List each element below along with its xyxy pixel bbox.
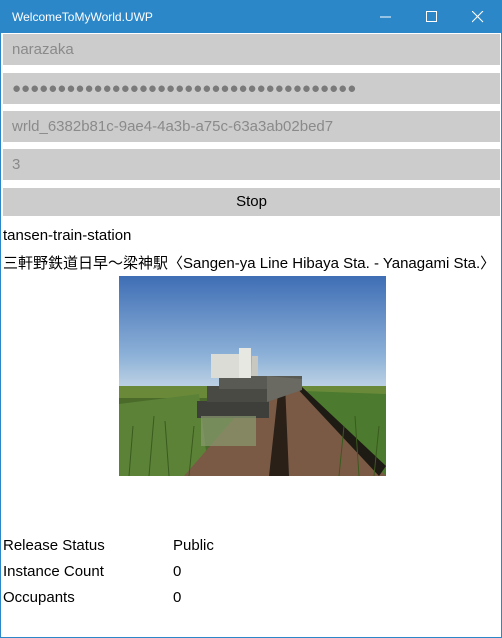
close-icon: [472, 11, 484, 23]
close-button[interactable]: [455, 1, 501, 33]
password-input[interactable]: ●●●●●●●●●●●●●●●●●●●●●●●●●●●●●●●●●●●●●●: [3, 73, 500, 104]
world-id-input[interactable]: wrld_6382b81c-9ae4-4a3b-a75c-63a3ab02bed…: [3, 111, 500, 142]
world-description: 三軒野鉄道日早～梁神駅〈Sangen-ya Line Hibaya Sta. -…: [3, 255, 496, 272]
window-title: WelcomeToMyWorld.UWP: [12, 10, 153, 24]
instance-count-value: 0: [173, 563, 182, 580]
minimize-button[interactable]: [363, 1, 409, 33]
title-bar[interactable]: WelcomeToMyWorld.UWP: [1, 1, 501, 33]
username-input[interactable]: narazaka: [3, 34, 500, 65]
stop-button[interactable]: Stop: [3, 188, 500, 216]
maximize-button[interactable]: [409, 1, 455, 33]
minimize-icon: [380, 16, 391, 18]
maximize-icon: [426, 11, 437, 22]
release-status-value: Public: [173, 537, 214, 554]
occupants-label: Occupants: [3, 589, 75, 606]
world-name: tansen-train-station: [3, 227, 132, 244]
interval-input[interactable]: 3: [3, 149, 500, 180]
occupants-value: 0: [173, 589, 182, 606]
app-window: WelcomeToMyWorld.UWP narazaka ●●●●●●●●●●…: [0, 0, 502, 638]
release-status-label: Release Status: [3, 537, 105, 554]
world-thumbnail-image: [119, 276, 386, 476]
instance-count-label: Instance Count: [3, 563, 104, 580]
